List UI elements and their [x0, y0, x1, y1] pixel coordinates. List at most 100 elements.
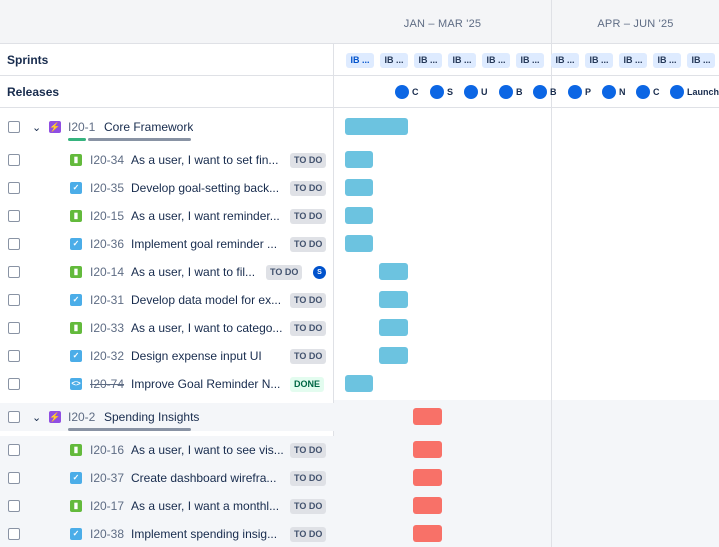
issue-bar[interactable]: [379, 347, 408, 364]
issue-summary[interactable]: Develop data model for ex...: [131, 293, 285, 307]
issue-row[interactable]: ▮ I20-16 As a user, I want to see vis...…: [0, 436, 334, 464]
release-dot-icon[interactable]: [464, 85, 478, 99]
issue-summary[interactable]: Implement spending insig...: [131, 527, 285, 541]
issue-key[interactable]: I20-14: [90, 265, 124, 279]
select-checkbox[interactable]: [8, 378, 20, 390]
release-dot-icon[interactable]: [670, 85, 684, 99]
issue-row[interactable]: ✓ I20-37 Create dashboard wirefra... TO …: [0, 464, 334, 492]
release-marker[interactable]: C: [395, 84, 419, 100]
issue-key[interactable]: I20-32: [90, 349, 124, 363]
epic-bar[interactable]: [413, 408, 442, 425]
select-checkbox[interactable]: [8, 528, 20, 540]
issue-row[interactable]: ▮ I20-33 As a user, I want to catego... …: [0, 314, 334, 342]
sprint-chip[interactable]: IB ...: [448, 53, 476, 68]
issue-summary[interactable]: As a user, I want to fil...: [131, 265, 261, 279]
issue-bar[interactable]: [345, 375, 373, 392]
chevron-down-icon[interactable]: ⌄: [32, 411, 41, 424]
select-checkbox[interactable]: [8, 182, 20, 194]
issue-row[interactable]: ▮ I20-34 As a user, I want to set fin...…: [0, 146, 334, 174]
issue-summary[interactable]: As a user, I want a monthl...: [131, 499, 285, 513]
issue-row[interactable]: ▮ I20-17 As a user, I want a monthl... T…: [0, 492, 334, 520]
status-badge[interactable]: TO DO: [290, 208, 327, 224]
issue-key[interactable]: I20-35: [90, 181, 124, 195]
epic-summary[interactable]: Core Framework: [104, 120, 193, 134]
select-checkbox[interactable]: [8, 500, 20, 512]
issue-bar[interactable]: [413, 497, 442, 514]
issue-row[interactable]: ✓ I20-31 Develop data model for ex... TO…: [0, 286, 334, 314]
issue-key[interactable]: I20-38: [90, 527, 124, 541]
issue-key[interactable]: I20-74: [90, 377, 124, 391]
release-marker[interactable]: Launch: [670, 84, 719, 100]
status-badge[interactable]: TO DO: [290, 348, 327, 364]
select-checkbox[interactable]: [8, 294, 20, 306]
epic-key[interactable]: I20-2: [68, 410, 95, 424]
issue-summary[interactable]: Improve Goal Reminder N...: [131, 377, 285, 391]
status-badge[interactable]: TO DO: [290, 470, 327, 486]
issue-bar[interactable]: [345, 235, 373, 252]
select-checkbox[interactable]: [8, 322, 20, 334]
select-checkbox[interactable]: [8, 266, 20, 278]
issue-bar[interactable]: [413, 525, 442, 542]
issue-row[interactable]: ✓ I20-36 Implement goal reminder ... TO …: [0, 230, 334, 258]
epic-row[interactable]: ⌄ ⚡ I20-2 Spending Insights: [0, 403, 334, 431]
sprint-chip[interactable]: IB ...: [414, 53, 442, 68]
sprint-chip[interactable]: IB ...: [687, 53, 715, 68]
status-badge[interactable]: TO DO: [290, 180, 327, 196]
release-dot-icon[interactable]: [602, 85, 616, 99]
issue-summary[interactable]: As a user, I want to see vis...: [131, 443, 285, 457]
issue-key[interactable]: I20-16: [90, 443, 124, 457]
select-checkbox[interactable]: [8, 210, 20, 222]
release-dot-icon[interactable]: [499, 85, 513, 99]
select-checkbox[interactable]: [8, 350, 20, 362]
issue-key[interactable]: I20-36: [90, 237, 124, 251]
sprint-chip[interactable]: IB ...: [346, 53, 374, 68]
select-checkbox[interactable]: [8, 121, 20, 133]
issue-summary[interactable]: As a user, I want reminder...: [131, 209, 285, 223]
select-checkbox[interactable]: [8, 154, 20, 166]
release-dot-icon[interactable]: [636, 85, 650, 99]
issue-row[interactable]: ✓ I20-32 Design expense input UI TO DO: [0, 342, 334, 370]
issue-bar[interactable]: [379, 291, 408, 308]
issue-row[interactable]: ▮ I20-14 As a user, I want to fil... TO …: [0, 258, 334, 286]
release-marker[interactable]: N: [602, 84, 626, 100]
release-marker[interactable]: C: [636, 84, 660, 100]
issue-key[interactable]: I20-31: [90, 293, 124, 307]
status-badge[interactable]: TO DO: [290, 292, 327, 308]
release-dot-icon[interactable]: [568, 85, 582, 99]
release-dot-icon[interactable]: [533, 85, 547, 99]
status-badge[interactable]: TO DO: [266, 264, 303, 280]
issue-summary[interactable]: Implement goal reminder ...: [131, 237, 285, 251]
issue-row[interactable]: <> I20-74 Improve Goal Reminder N... DON…: [0, 370, 334, 398]
release-dot-icon[interactable]: [430, 85, 444, 99]
issue-summary[interactable]: Develop goal-setting back...: [131, 181, 285, 195]
issue-summary[interactable]: As a user, I want to set fin...: [131, 153, 285, 167]
select-checkbox[interactable]: [8, 411, 20, 423]
sprint-chip[interactable]: IB ...: [380, 53, 408, 68]
chevron-down-icon[interactable]: ⌄: [32, 121, 41, 134]
issue-bar[interactable]: [345, 151, 373, 168]
issue-bar[interactable]: [413, 441, 442, 458]
release-marker[interactable]: B: [499, 84, 523, 100]
status-badge[interactable]: TO DO: [290, 320, 327, 336]
select-checkbox[interactable]: [8, 238, 20, 250]
status-badge[interactable]: TO DO: [290, 526, 327, 542]
avatar[interactable]: S: [313, 265, 326, 279]
release-marker[interactable]: U: [464, 84, 488, 100]
issue-key[interactable]: I20-17: [90, 499, 124, 513]
epic-row[interactable]: ⌄ ⚡ I20-1 Core Framework: [0, 113, 334, 141]
sprint-chip[interactable]: IB ...: [585, 53, 613, 68]
issue-bar[interactable]: [379, 263, 408, 280]
epic-summary[interactable]: Spending Insights: [104, 410, 199, 424]
select-checkbox[interactable]: [8, 472, 20, 484]
issue-key[interactable]: I20-34: [90, 153, 124, 167]
issue-key[interactable]: I20-37: [90, 471, 124, 485]
issue-bar[interactable]: [345, 179, 373, 196]
issue-row[interactable]: ✓ I20-35 Develop goal-setting back... TO…: [0, 174, 334, 202]
issue-bar[interactable]: [413, 469, 442, 486]
issue-row[interactable]: ✓ I20-38 Implement spending insig... TO …: [0, 520, 334, 547]
release-marker[interactable]: B: [533, 84, 557, 100]
status-badge[interactable]: TO DO: [290, 236, 327, 252]
sprint-chip[interactable]: IB ...: [482, 53, 510, 68]
release-marker[interactable]: P: [568, 84, 591, 100]
release-marker[interactable]: S: [430, 84, 453, 100]
